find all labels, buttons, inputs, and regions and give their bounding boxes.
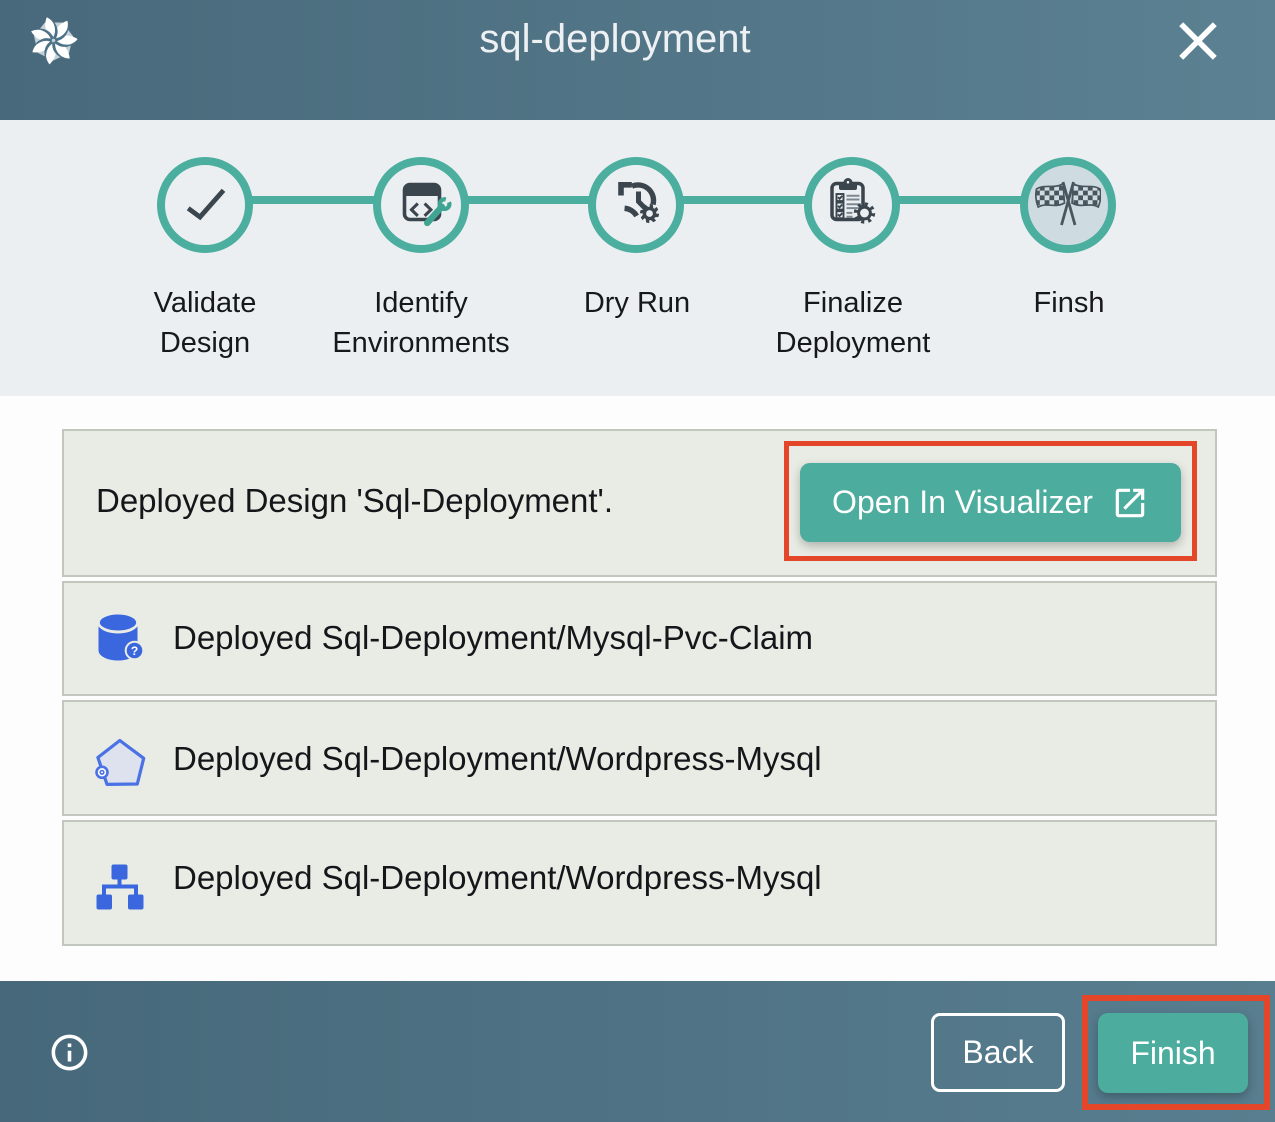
svg-text:?: ? bbox=[131, 644, 138, 658]
